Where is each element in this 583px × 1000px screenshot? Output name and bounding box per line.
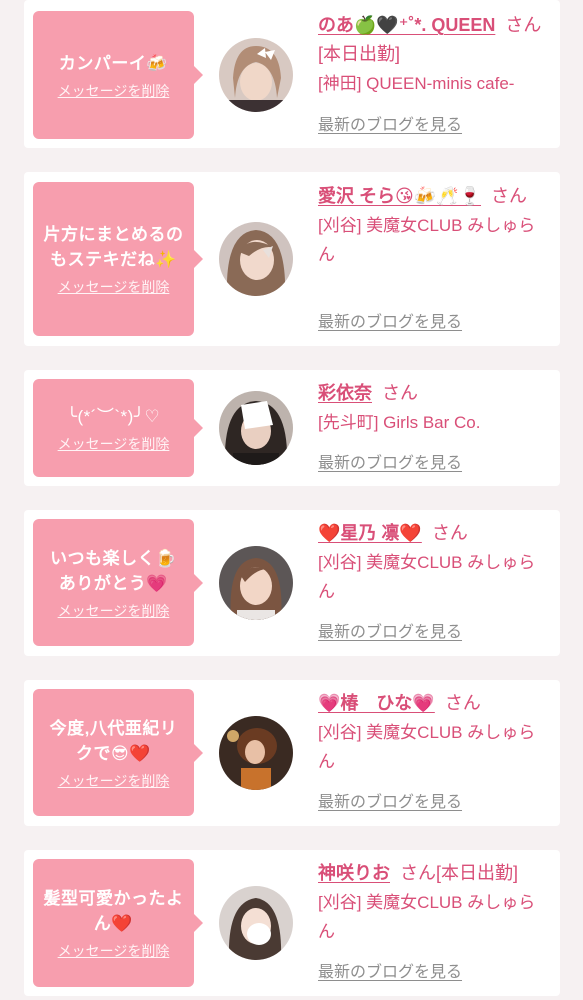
delete-message-link[interactable]: メッセージを削除 (58, 82, 170, 100)
girl-name-link[interactable]: 神咲りお (318, 863, 390, 883)
profile-photo-icon (219, 546, 293, 620)
shop-name: [刈谷] 美魔女CLUB みしゅらん (318, 216, 536, 264)
delete-message-link[interactable]: メッセージを削除 (58, 942, 170, 960)
name-line: のあ🍏🖤⁺˚*. QUEEN さん [本日出勤] (318, 11, 546, 69)
name-line: 愛沢 そら😘🍻🥂🍷 さん (318, 182, 546, 211)
honorific: さん (382, 383, 418, 403)
delete-message-link[interactable]: メッセージを削除 (58, 772, 170, 790)
message-card: 今度,八代亜紀リクで😎❤️ メッセージを削除 💗椿 ひな💗 さん [刈谷] 美魔女… (24, 680, 560, 826)
girl-info: ❤️星乃 凛❤️ さん [刈谷] 美魔女CLUB みしゅらん (318, 519, 546, 606)
message-card: ╰(*´︶`*)╯♡ メッセージを削除 彩依奈 さん [先斗町] Girls Ba… (24, 370, 560, 486)
profile-photo-icon (219, 716, 293, 790)
shop-name: [神田] QUEEN-minis cafe- (318, 74, 515, 93)
message-bubble: カンパーイ🍻 メッセージを削除 (33, 11, 203, 139)
message-text: カンパーイ🍻 (58, 53, 169, 73)
profile-photo-icon (219, 38, 293, 112)
message-card: 片方にまとめるのもステキだね✨ メッセージを削除 愛沢 そら😘🍻🥂🍷 さん [刈谷… (24, 172, 560, 346)
profile-photo-icon (219, 391, 293, 465)
latest-blog-link[interactable]: 最新のブログを見る (318, 963, 462, 983)
message-bubble: 髪型可愛かったよん❤️ メッセージを削除 (33, 859, 203, 987)
name-line: ❤️星乃 凛❤️ さん (318, 519, 546, 548)
message-bubble: いつも楽しく🍺ありがとう💗 メッセージを削除 (33, 519, 203, 646)
name-line: 💗椿 ひな💗 さん (318, 689, 546, 718)
message-text: 片方にまとめるのもステキだね✨ (43, 225, 184, 269)
girl-name-link[interactable]: 愛沢 そら😘🍻🥂🍷 (318, 186, 481, 206)
latest-blog-link[interactable]: 最新のブログを見る (318, 116, 462, 136)
avatar[interactable] (219, 222, 293, 296)
delete-message-link[interactable]: メッセージを削除 (58, 435, 170, 453)
shop-name: [先斗町] Girls Bar Co. (318, 413, 481, 432)
girl-name-link[interactable]: 💗椿 ひな💗 (318, 693, 435, 713)
avatar[interactable] (219, 546, 293, 620)
honorific: さん (505, 15, 542, 35)
girl-info: 💗椿 ひな💗 さん [刈谷] 美魔女CLUB みしゅらん (318, 689, 546, 776)
delete-message-link[interactable]: メッセージを削除 (58, 602, 170, 620)
message-card: 髪型可愛かったよん❤️ メッセージを削除 神咲りお さん[本日出勤] [刈谷] 美… (24, 850, 560, 996)
avatar[interactable] (219, 886, 293, 960)
message-bubble: 片方にまとめるのもステキだね✨ メッセージを削除 (33, 182, 203, 336)
girl-info: 神咲りお さん[本日出勤] [刈谷] 美魔女CLUB みしゅらん (318, 859, 546, 946)
girl-name-link[interactable]: 彩依奈 (318, 383, 372, 403)
latest-blog-link[interactable]: 最新のブログを見る (318, 793, 462, 813)
name-line: 彩依奈 さん (318, 379, 546, 408)
shop-name: [刈谷] 美魔女CLUB みしゅらん (318, 553, 536, 601)
honorific: さん (400, 863, 436, 883)
girl-name-link[interactable]: ❤️星乃 凛❤️ (318, 523, 422, 543)
latest-blog-link[interactable]: 最新のブログを見る (318, 454, 462, 474)
work-status: [本日出勤] (318, 44, 401, 64)
name-line: 神咲りお さん[本日出勤] (318, 859, 546, 888)
profile-photo-icon (219, 222, 293, 296)
message-text: 今度,八代亜紀リクで😎❤️ (49, 718, 178, 763)
girl-info: 愛沢 そら😘🍻🥂🍷 さん [刈谷] 美魔女CLUB みしゅらん (318, 182, 546, 269)
girl-info: のあ🍏🖤⁺˚*. QUEEN さん [本日出勤] [神田] QUEEN-minis … (318, 11, 546, 98)
message-bubble: 今度,八代亜紀リクで😎❤️ メッセージを削除 (33, 689, 203, 816)
message-card: いつも楽しく🍺ありがとう💗 メッセージを削除 ❤️星乃 凛❤️ さん [刈谷] 美… (24, 510, 560, 656)
shop-name: [刈谷] 美魔女CLUB みしゅらん (318, 893, 536, 941)
honorific: さん (444, 693, 481, 713)
message-bubble: ╰(*´︶`*)╯♡ メッセージを削除 (33, 379, 203, 477)
message-card: カンパーイ🍻 メッセージを削除 のあ🍏🖤⁺˚*. QUEEN さん [本日出勤] [… (24, 0, 560, 148)
delete-message-link[interactable]: メッセージを削除 (58, 278, 170, 296)
girl-info: 彩依奈 さん [先斗町] Girls Bar Co. (318, 379, 546, 437)
message-text: 髪型可愛かったよん❤️ (43, 889, 184, 933)
avatar[interactable] (219, 716, 293, 790)
message-text: ╰(*´︶`*)╯♡ (66, 406, 161, 426)
latest-blog-link[interactable]: 最新のブログを見る (318, 313, 462, 333)
message-text: いつも楽しく🍺ありがとう💗 (50, 548, 177, 593)
work-status: [本日出勤] (436, 863, 519, 883)
profile-photo-icon (219, 886, 293, 960)
shop-name: [刈谷] 美魔女CLUB みしゅらん (318, 723, 536, 771)
latest-blog-link[interactable]: 最新のブログを見る (318, 623, 462, 643)
honorific: さん (431, 523, 468, 543)
avatar[interactable] (219, 38, 293, 112)
honorific: さん (491, 186, 528, 206)
avatar[interactable] (219, 391, 293, 465)
girl-name-link[interactable]: のあ🍏🖤⁺˚*. QUEEN (318, 15, 495, 35)
